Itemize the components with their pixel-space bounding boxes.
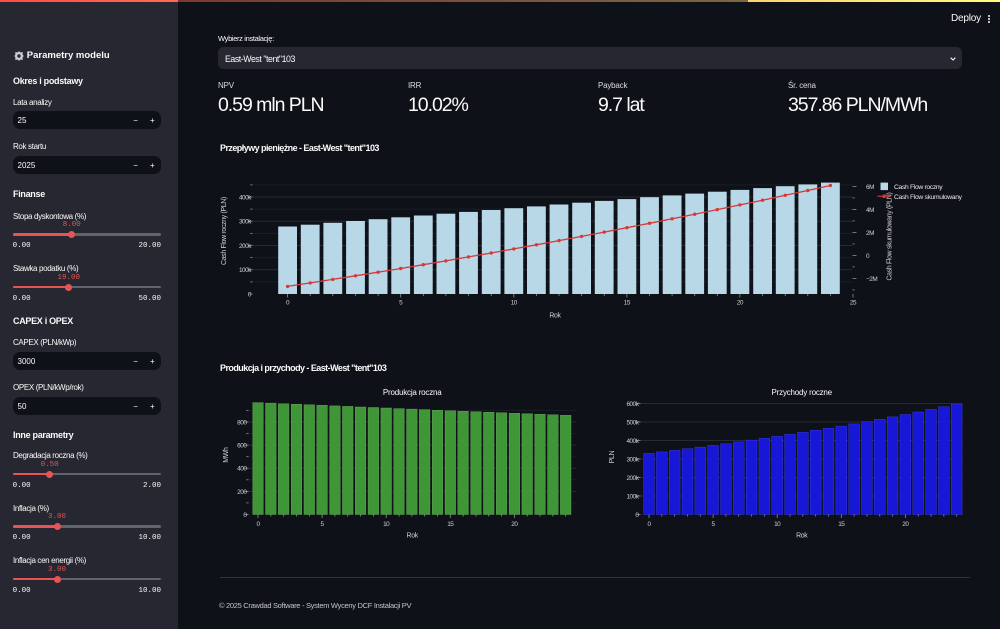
svg-text:−2M: −2M — [866, 276, 877, 283]
svg-text:Rok: Rok — [796, 533, 808, 540]
svg-text:20: 20 — [902, 521, 909, 528]
svg-text:4M: 4M — [866, 207, 874, 214]
svg-text:0: 0 — [647, 521, 651, 528]
svg-text:200: 200 — [237, 489, 247, 496]
svg-text:200k: 200k — [239, 243, 252, 250]
svg-text:Rok: Rok — [549, 313, 561, 320]
svg-text:5: 5 — [399, 300, 403, 307]
svg-text:15: 15 — [624, 300, 631, 307]
svg-text:Cash Flow roczny (PLN): Cash Flow roczny (PLN) — [221, 197, 228, 265]
svg-text:400k: 400k — [626, 438, 639, 445]
svg-text:0: 0 — [635, 512, 639, 519]
svg-text:20: 20 — [737, 300, 744, 307]
svg-text:Przychody roczne: Przychody roczne — [772, 388, 833, 397]
svg-text:500k: 500k — [626, 419, 639, 426]
svg-text:0: 0 — [243, 512, 247, 519]
svg-text:Cash Flow skumulowany (PLN): Cash Flow skumulowany (PLN) — [887, 192, 894, 280]
svg-text:400: 400 — [237, 466, 247, 473]
svg-text:0: 0 — [866, 253, 870, 260]
svg-text:0: 0 — [256, 521, 260, 528]
svg-text:6M: 6M — [866, 184, 874, 191]
svg-text:800: 800 — [237, 419, 247, 426]
svg-text:400k: 400k — [239, 194, 252, 201]
svg-text:200k: 200k — [626, 475, 639, 482]
svg-text:Cash Flow roczny: Cash Flow roczny — [894, 184, 943, 191]
svg-text:100k: 100k — [626, 493, 639, 500]
svg-text:0: 0 — [248, 291, 252, 298]
svg-text:MWh: MWh — [223, 447, 230, 463]
svg-text:15: 15 — [838, 521, 845, 528]
svg-text:100k: 100k — [239, 267, 252, 274]
svg-text:2M: 2M — [866, 230, 874, 237]
svg-text:Cash Flow skumulowany: Cash Flow skumulowany — [894, 194, 963, 201]
svg-text:25: 25 — [850, 300, 857, 307]
svg-text:0: 0 — [286, 300, 290, 307]
svg-text:PLN: PLN — [609, 450, 616, 463]
svg-text:20: 20 — [511, 521, 518, 528]
svg-text:Produkcja roczna: Produkcja roczna — [383, 388, 442, 397]
svg-text:5: 5 — [321, 521, 325, 528]
svg-text:15: 15 — [447, 521, 454, 528]
svg-text:10: 10 — [774, 521, 781, 528]
svg-text:600k: 600k — [626, 401, 639, 408]
svg-text:5: 5 — [712, 521, 716, 528]
svg-text:300k: 300k — [626, 456, 639, 463]
svg-text:Rok: Rok — [407, 533, 419, 540]
svg-text:10: 10 — [511, 300, 518, 307]
svg-text:10: 10 — [383, 521, 390, 528]
svg-text:300k: 300k — [239, 219, 252, 226]
svg-text:600: 600 — [237, 443, 247, 450]
